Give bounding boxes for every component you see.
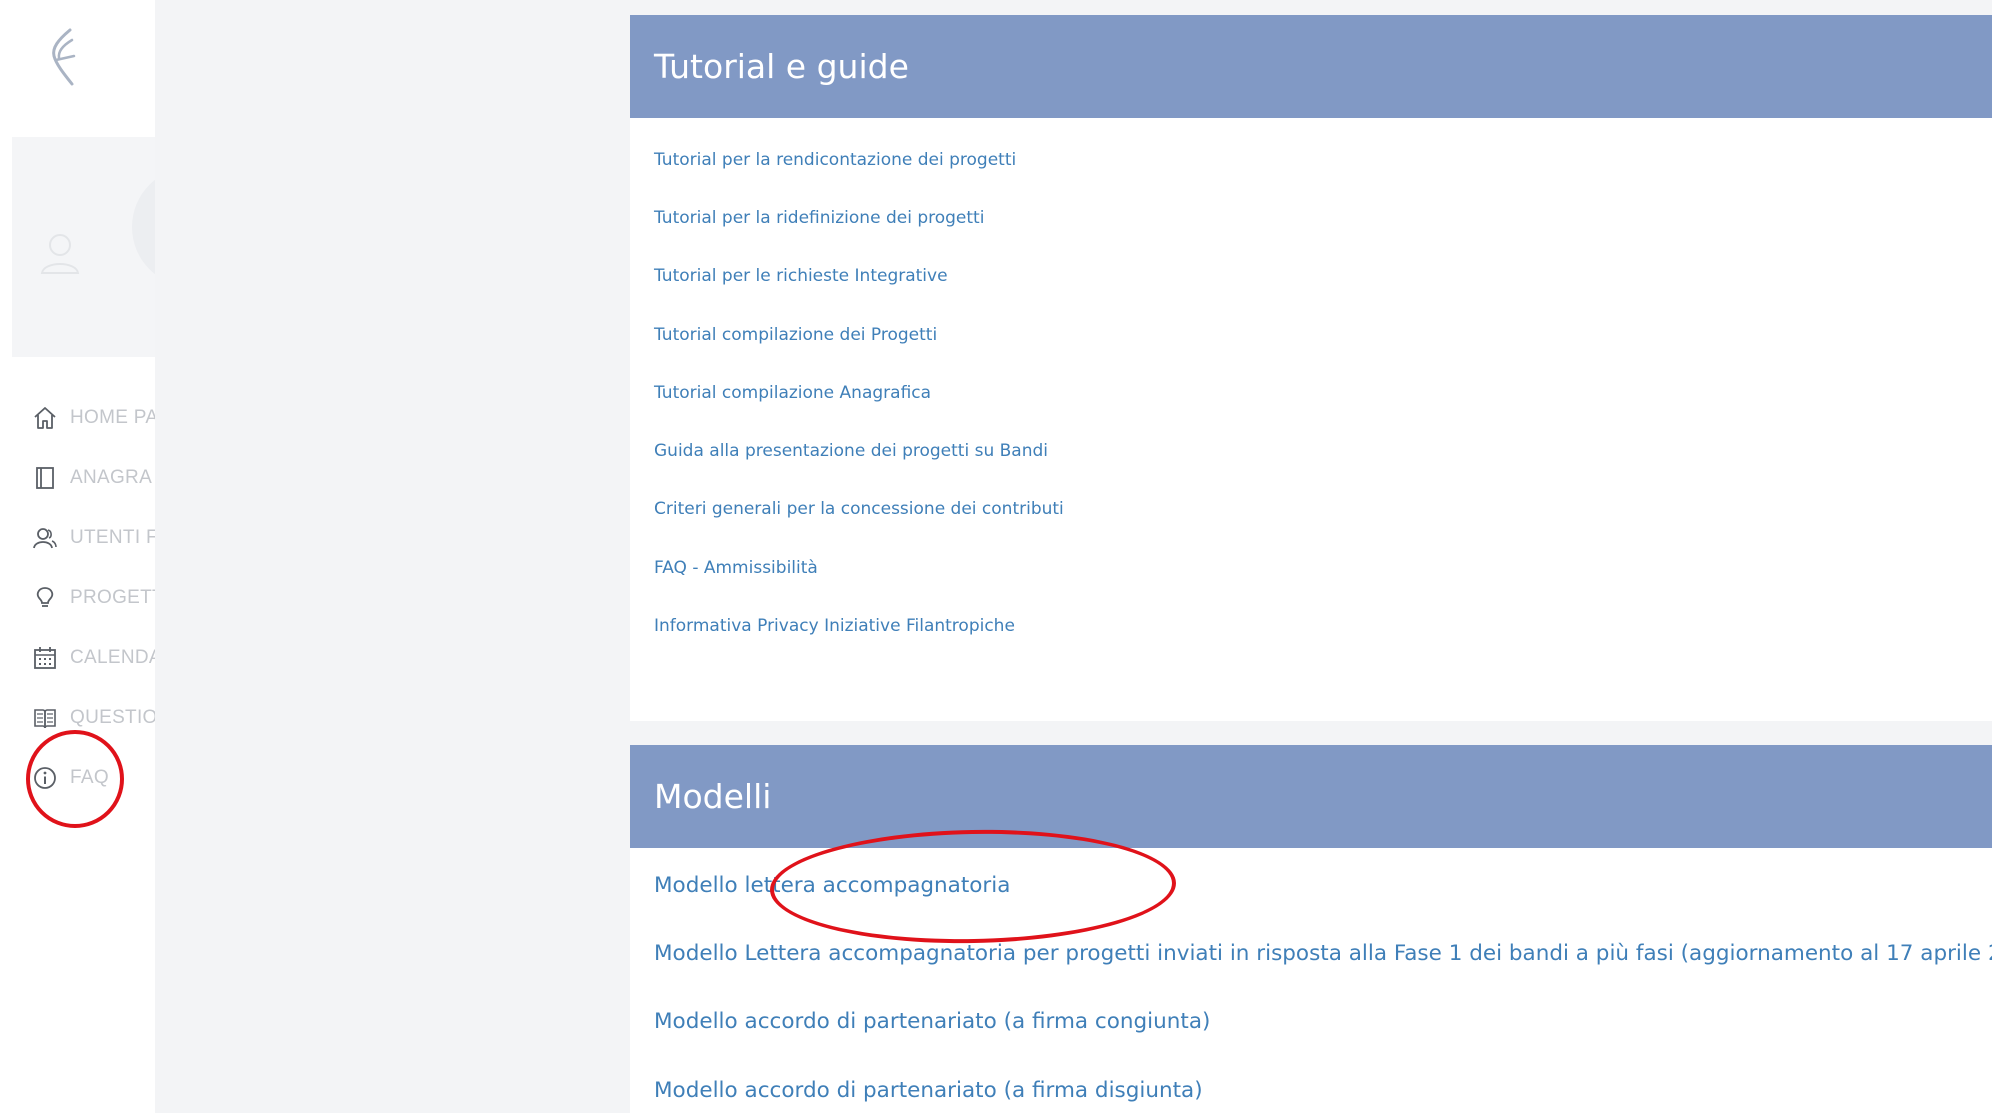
tutorial-card-header: Tutorial e guide: [630, 15, 1992, 118]
tutorial-card-title: Tutorial e guide: [654, 47, 909, 86]
sidebar-item-label: HOME PA: [70, 407, 155, 428]
avatar[interactable]: [132, 167, 155, 287]
modelli-card-title: Modelli: [654, 777, 772, 816]
main-content: Tutorial e guide Tutorial per la rendico…: [155, 0, 1992, 1113]
sidebar-item-label: CALENDA: [70, 647, 155, 668]
sidebar-item-label: UTENTI F: [70, 527, 155, 548]
sidebar-item-home[interactable]: HOME PA: [32, 400, 155, 436]
modelli-link-lettera-fase-1[interactable]: Modello Lettera accompagnatoria per prog…: [654, 941, 1992, 966]
tutorial-card: Tutorial e guide Tutorial per la rendico…: [630, 15, 1992, 721]
lightbulb-icon: [36, 587, 54, 607]
sidebar-item-label: QUESTIO: [70, 707, 155, 728]
modelli-card-header: Modelli: [630, 745, 1992, 848]
tutorial-link-richieste-integrative[interactable]: Tutorial per le richieste Integrative: [654, 266, 948, 286]
tutorial-link-criteri-generali[interactable]: Criteri generali per la concessione dei …: [654, 499, 1064, 519]
sidebar-item-anagrafica[interactable]: ANAGRA: [32, 460, 155, 496]
sidebar-item-utenti[interactable]: UTENTI F: [32, 520, 155, 556]
sidebar-item-progetti[interactable]: PROGETT: [32, 580, 155, 616]
annotation-circle-faq: [26, 730, 124, 828]
tutorial-link-compilazione-progetti[interactable]: Tutorial compilazione dei Progetti: [654, 325, 937, 345]
questionnaire-icon: [34, 709, 56, 729]
calendar-icon: [34, 647, 56, 669]
user-profile-icon: [40, 234, 80, 274]
logo-icon[interactable]: [44, 26, 80, 90]
sidebar-item-label: PROGETT: [70, 587, 155, 608]
tutorial-link-compilazione-anagrafica[interactable]: Tutorial compilazione Anagrafica: [654, 383, 931, 403]
sidebar-item-questionari[interactable]: QUESTIO: [32, 700, 155, 736]
tutorial-link-informativa-privacy[interactable]: Informativa Privacy Iniziative Filantrop…: [654, 616, 1015, 636]
tutorial-link-faq-ammissibilita[interactable]: FAQ - Ammissibilità: [654, 558, 818, 578]
sidebar-item-calendario[interactable]: CALENDA: [32, 640, 155, 676]
sidebar: HOME PA ANAGRA UTENTI F PROGETT CALENDA …: [0, 0, 155, 1113]
tutorial-link-guida-bandi[interactable]: Guida alla presentazione dei progetti su…: [654, 441, 1048, 461]
home-icon: [34, 407, 56, 429]
modelli-link-accordo-disgiunta[interactable]: Modello accordo di partenariato (a firma…: [654, 1078, 1203, 1103]
tutorial-link-ridefinizione[interactable]: Tutorial per la ridefinizione dei proget…: [654, 208, 984, 228]
tutorial-link-rendicontazione[interactable]: Tutorial per la rendicontazione dei prog…: [654, 150, 1016, 170]
modelli-link-accordo-congiunta[interactable]: Modello accordo di partenariato (a firma…: [654, 1009, 1210, 1034]
book-icon: [36, 467, 54, 489]
sidebar-item-label: ANAGRA: [70, 467, 153, 488]
profile-panel: [12, 137, 155, 357]
users-icon: [33, 528, 57, 549]
